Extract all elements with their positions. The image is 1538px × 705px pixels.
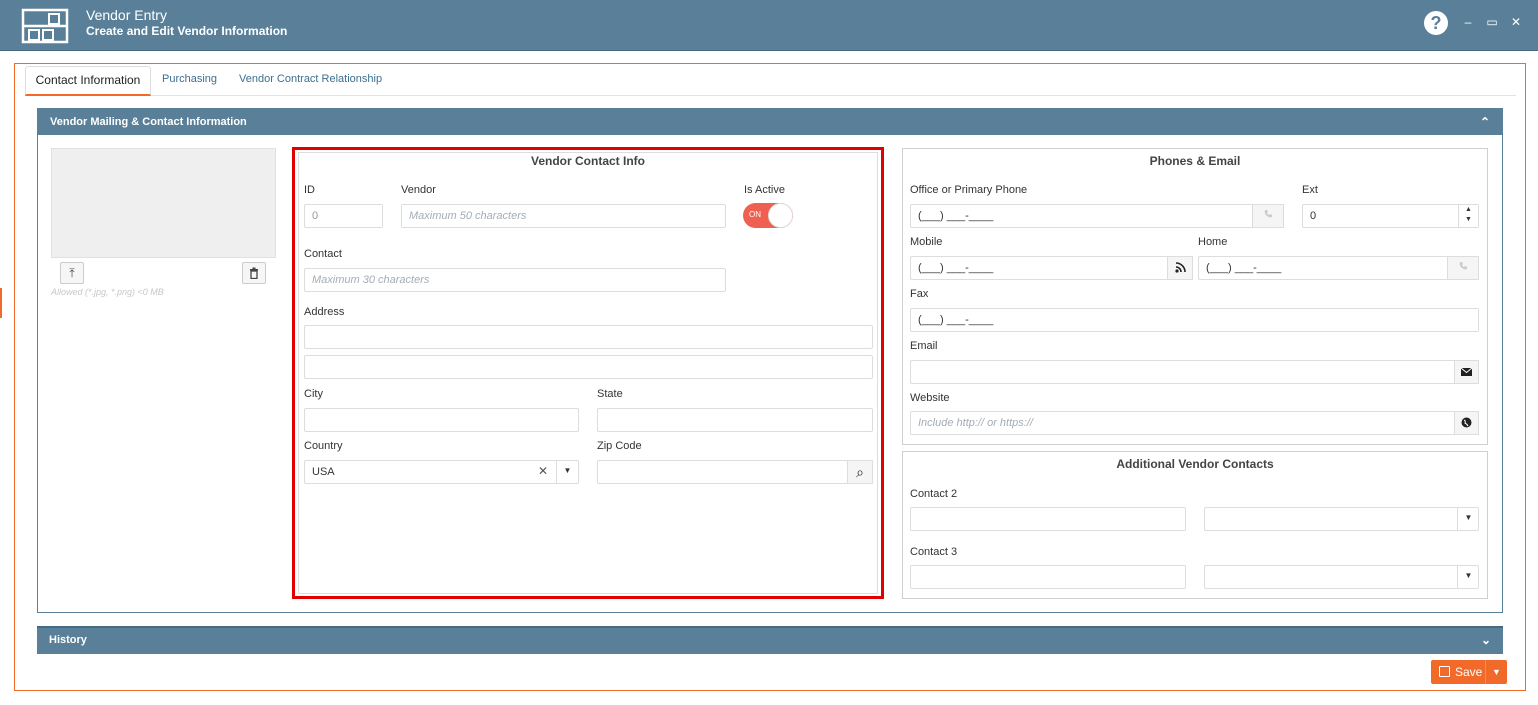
history-title: History: [49, 634, 87, 646]
stepper-up-icon[interactable]: ▲: [1459, 205, 1478, 215]
home-phone-action-button[interactable]: [1447, 256, 1479, 280]
minimize-button[interactable]: –: [1461, 14, 1475, 30]
maximize-button[interactable]: ▭: [1485, 14, 1499, 30]
id-label: ID: [304, 184, 315, 196]
chevron-down-icon[interactable]: ▼: [1457, 507, 1479, 531]
id-field[interactable]: 0: [304, 204, 383, 228]
address-line1-input[interactable]: [304, 325, 873, 349]
phone-icon: [1459, 262, 1467, 270]
mobile-label: Mobile: [910, 236, 943, 248]
additional-contacts-title: Additional Vendor Contacts: [1116, 457, 1274, 471]
window-titlebar: Vendor Entry Create and Edit Vendor Info…: [0, 0, 1538, 51]
state-input[interactable]: [597, 408, 873, 432]
fax-input[interactable]: (___) ___-____: [910, 308, 1479, 332]
envelope-icon[interactable]: [1454, 360, 1479, 384]
tab-divider: [151, 95, 1516, 96]
vendor-name-input[interactable]: Maximum 50 characters: [401, 204, 726, 228]
website-input[interactable]: Include http:// or https://: [910, 411, 1479, 435]
window-subtitle: Create and Edit Vendor Information: [86, 24, 288, 38]
home-label: Home: [1198, 236, 1228, 248]
contact3-input[interactable]: [910, 565, 1186, 589]
email-input[interactable]: [910, 360, 1479, 384]
save-button[interactable]: Save ▼: [1431, 660, 1507, 684]
city-input[interactable]: [304, 408, 579, 432]
close-button[interactable]: ✕: [1509, 14, 1523, 30]
country-value: USA: [312, 466, 335, 478]
upload-icon[interactable]: ⤒: [60, 262, 84, 284]
phone-action-button[interactable]: [1252, 204, 1284, 228]
contact3-type-select[interactable]: [1204, 565, 1479, 589]
left-edge-marker: [0, 288, 2, 318]
trash-icon[interactable]: [242, 262, 266, 284]
contact2-label: Contact 2: [910, 488, 958, 500]
floppy-disk-icon: [1439, 666, 1450, 677]
zip-code-input[interactable]: [597, 460, 873, 484]
country-label: Country: [304, 440, 343, 452]
state-label: State: [597, 388, 623, 400]
website-label: Website: [910, 392, 950, 404]
help-icon[interactable]: ?: [1424, 11, 1448, 35]
stepper-down-icon[interactable]: ▼: [1459, 215, 1478, 225]
chevron-down-icon[interactable]: ⌄: [1481, 628, 1491, 652]
phones-email-title: Phones & Email: [1149, 154, 1241, 168]
contact-label: Contact: [304, 248, 342, 260]
tab-purchasing[interactable]: Purchasing: [162, 66, 217, 96]
window-title: Vendor Entry: [86, 7, 167, 23]
vendor-image-preview: [51, 148, 276, 258]
panel-title: Vendor Mailing & Contact Information: [50, 116, 247, 128]
history-panel-header[interactable]: History ⌄: [37, 626, 1503, 654]
contact-input[interactable]: Maximum 30 characters: [304, 268, 726, 292]
ext-label: Ext: [1302, 184, 1318, 196]
chevron-up-icon[interactable]: ⌃: [1480, 109, 1490, 135]
tab-vendor-contract-relationship[interactable]: Vendor Contract Relationship: [239, 66, 382, 96]
city-label: City: [304, 388, 323, 400]
vendor-label: Vendor: [401, 184, 436, 196]
tab-contact-information[interactable]: Contact Information: [25, 66, 151, 96]
warehouse-shelf-icon: [21, 8, 69, 44]
toggle-knob: [768, 203, 793, 228]
vendor-contact-title: Vendor Contact Info: [531, 154, 645, 168]
save-options-caret-icon[interactable]: ▼: [1485, 660, 1507, 684]
ext-input[interactable]: 0: [1302, 204, 1479, 228]
phone-icon: [1264, 210, 1272, 218]
zip-code-label: Zip Code: [597, 440, 642, 452]
address-label: Address: [304, 306, 345, 318]
chevron-down-icon[interactable]: ▼: [556, 460, 578, 484]
panel-header[interactable]: Vendor Mailing & Contact Information ⌃: [38, 109, 1502, 135]
office-phone-input[interactable]: (___) ___-____: [910, 204, 1284, 228]
contact2-type-select[interactable]: [1204, 507, 1479, 531]
contact2-input[interactable]: [910, 507, 1186, 531]
home-input[interactable]: (___) ___-____: [1198, 256, 1479, 280]
toggle-on-label: ON: [749, 210, 761, 219]
contact3-label: Contact 3: [910, 546, 958, 558]
image-upload-hint: Allowed (*.jpg, *.png) <0 MB: [51, 287, 164, 297]
ext-stepper[interactable]: ▲ ▼: [1458, 205, 1478, 227]
mobile-input[interactable]: (___) ___-____: [910, 256, 1193, 280]
is-active-label: Is Active: [744, 184, 785, 196]
fax-label: Fax: [910, 288, 929, 300]
chevron-down-icon[interactable]: ▼: [1457, 565, 1479, 589]
office-phone-label: Office or Primary Phone: [910, 184, 1028, 196]
is-active-toggle[interactable]: ON: [743, 203, 793, 228]
globe-icon[interactable]: [1454, 411, 1479, 435]
address-line2-input[interactable]: [304, 355, 873, 379]
search-icon[interactable]: ⌕: [847, 460, 873, 484]
save-label: Save: [1455, 665, 1483, 679]
email-label: Email: [910, 340, 938, 352]
rss-feed-icon[interactable]: [1167, 256, 1193, 280]
clear-icon[interactable]: ✕: [538, 464, 548, 478]
